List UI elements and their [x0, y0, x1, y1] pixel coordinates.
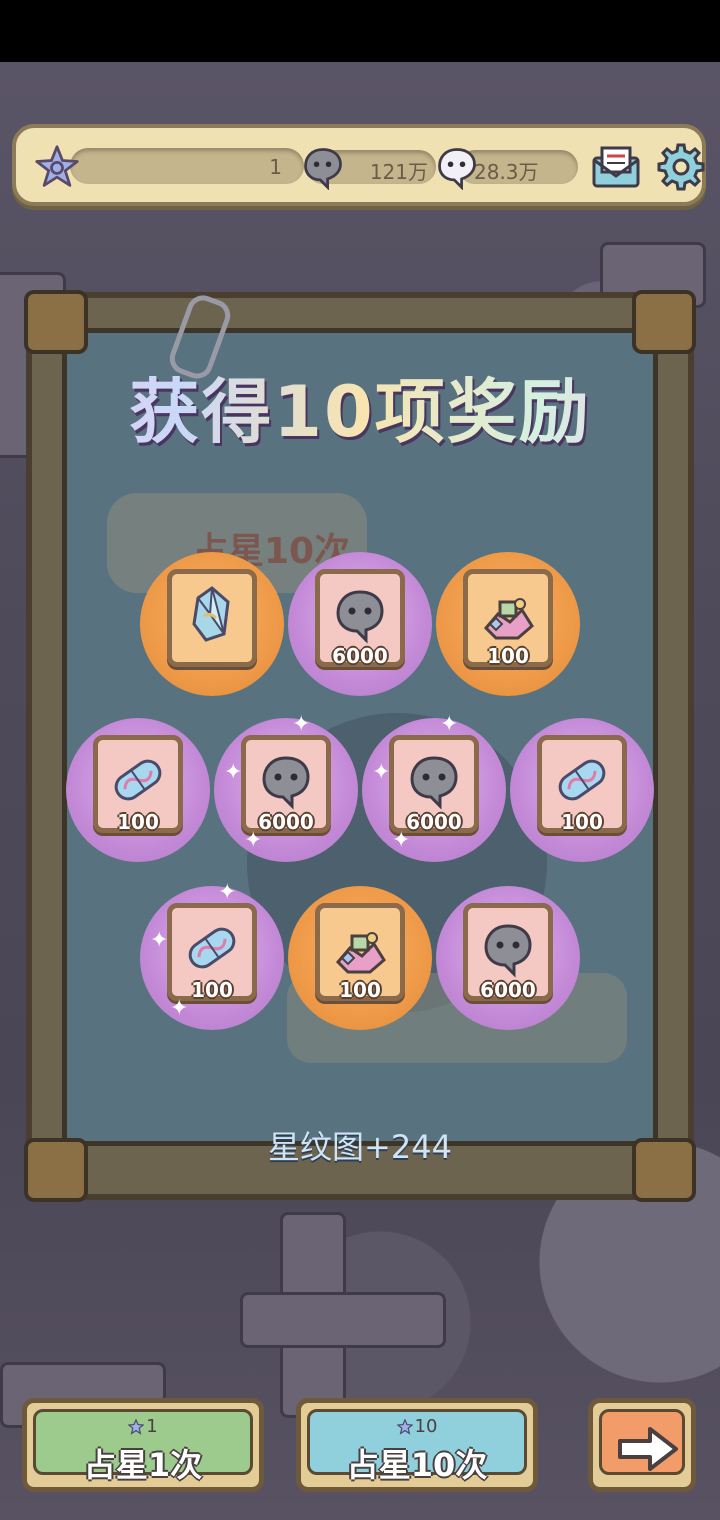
- reward-quantity: 6000: [480, 978, 536, 1002]
- currency-a-value: 121万: [369, 160, 428, 184]
- sparkle-icon: ✦: [224, 760, 243, 785]
- gray-ghost-icon: [304, 148, 342, 190]
- reward-item[interactable]: 100: [288, 886, 432, 1030]
- reward-card: 6000: [389, 735, 479, 834]
- reward-card: 100: [537, 735, 627, 834]
- level-value: 1: [269, 155, 282, 179]
- sparkle-icon: ✦: [392, 828, 411, 853]
- reward-item[interactable]: 6000 ✦ ✦ ✦: [362, 712, 506, 862]
- sparkle-icon: ✦: [292, 712, 311, 737]
- star-level-icon[interactable]: [34, 144, 80, 190]
- status-bar-area: [0, 0, 720, 62]
- reward-card: 100: [93, 735, 183, 834]
- draw-ten-button[interactable]: 10 占星10次: [296, 1398, 538, 1492]
- reward-card: 100: [167, 903, 257, 1002]
- currency-b-value: 28.3万: [474, 160, 539, 184]
- reward-item[interactable]: 6000: [436, 886, 580, 1030]
- draw-once-button[interactable]: 1 占星1次: [22, 1398, 264, 1492]
- sparkle-icon: ✦: [170, 996, 189, 1021]
- reward-card: 6000: [463, 903, 553, 1002]
- reward-quantity: 100: [561, 810, 603, 834]
- arrow-right-icon: [618, 1427, 678, 1471]
- sparkle-icon: ✦: [372, 760, 391, 785]
- star-pattern-gain: 星纹图+244: [268, 1128, 452, 1166]
- gear-icon[interactable]: [656, 142, 706, 192]
- star-cost-icon: [396, 1419, 413, 1435]
- white-ghost-icon: [438, 148, 476, 190]
- reward-item[interactable]: [140, 552, 284, 696]
- next-button[interactable]: [588, 1398, 696, 1492]
- reward-item[interactable]: 100 ✦ ✦ ✦: [140, 880, 284, 1030]
- reward-quantity: 100: [487, 644, 529, 668]
- reward-item[interactable]: 100: [66, 718, 210, 862]
- reward-item[interactable]: 100: [510, 718, 654, 862]
- sparkle-icon: ✦: [150, 928, 169, 953]
- sparkle-icon: ✦: [244, 828, 263, 853]
- reward-card: 6000: [315, 569, 405, 668]
- resource-bar: 1 121万 28.3万: [12, 124, 706, 206]
- draw-once-label: 占星1次: [83, 1446, 203, 1484]
- reward-card: [167, 569, 257, 667]
- mail-icon[interactable]: [590, 144, 642, 190]
- reward-quantity: 100: [339, 978, 381, 1002]
- reward-item[interactable]: 6000 ✦ ✦ ✦: [214, 712, 358, 862]
- draw-once-cost: 1: [146, 1416, 158, 1437]
- reward-card: 6000: [241, 735, 331, 834]
- reward-quantity: 100: [117, 810, 159, 834]
- reward-item[interactable]: 100: [436, 552, 580, 696]
- reward-quantity: 6000: [332, 644, 388, 668]
- star-cost-icon: [128, 1419, 145, 1435]
- reward-card: 100: [315, 903, 405, 1002]
- reward-card: 100: [463, 569, 553, 668]
- sparkle-icon: ✦: [218, 880, 237, 905]
- draw-ten-cost: 10: [414, 1416, 438, 1437]
- level-bar: 1: [70, 148, 304, 184]
- reward-item[interactable]: 6000: [288, 552, 432, 696]
- reward-headline: 获得10项奖励: [0, 356, 720, 457]
- draw-ten-label: 占星10次: [346, 1446, 488, 1484]
- sparkle-icon: ✦: [440, 712, 459, 737]
